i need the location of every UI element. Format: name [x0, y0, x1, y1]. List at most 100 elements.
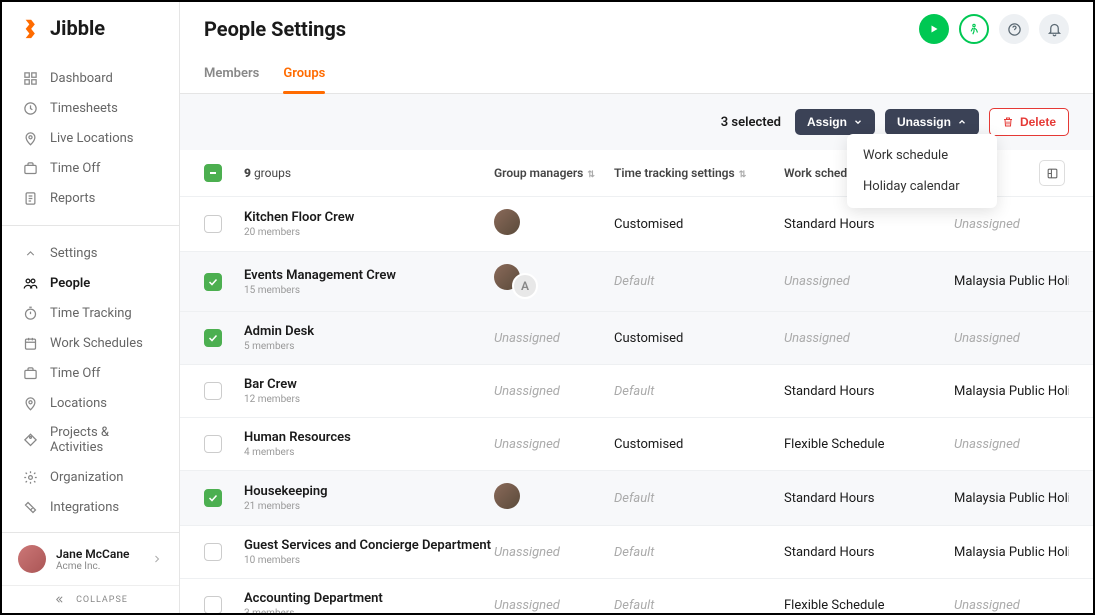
gear-icon [22, 469, 38, 485]
user-action-button[interactable] [959, 14, 989, 44]
manager-avatar[interactable] [494, 209, 520, 235]
tab-members[interactable]: Members [204, 56, 259, 93]
sidebar-item-live-locations[interactable]: Live Locations [2, 123, 179, 153]
schedule-cell: Flexible Schedule [784, 598, 954, 613]
notifications-button[interactable] [1039, 14, 1069, 44]
help-button[interactable] [999, 14, 1029, 44]
chevron-down-icon [853, 117, 863, 127]
sidebar-item-reports[interactable]: Reports [2, 183, 179, 213]
assign-button[interactable]: Assign [795, 109, 875, 135]
managers-cell [494, 483, 614, 513]
delete-button[interactable]: Delete [989, 108, 1069, 136]
sidebar-item-settings-header[interactable]: Settings [2, 238, 179, 268]
row-checkbox[interactable] [204, 435, 222, 453]
brand-name: Jibble [50, 16, 105, 40]
select-all-checkbox[interactable] [204, 164, 222, 182]
column-header-managers[interactable]: Group managers⇅ [494, 166, 614, 180]
user-menu[interactable]: Jane McCane Acme Inc. [2, 533, 179, 585]
table-row[interactable]: Accounting Department3 membersUnassigned… [180, 578, 1093, 613]
table-row[interactable]: Housekeeping21 membersDefaultStandard Ho… [180, 470, 1093, 525]
nav-label: Organization [50, 470, 123, 485]
nav-primary: Dashboard Timesheets Live Locations Time… [2, 55, 179, 221]
sort-icon: ⇅ [739, 170, 747, 180]
unassign-dropdown: Work schedule Holiday calendar [847, 134, 997, 208]
tracking-cell: Default [614, 545, 784, 560]
main-content: People Settings Members Groups [180, 2, 1093, 613]
clipboard-icon [22, 190, 38, 206]
plug-icon [22, 499, 38, 515]
group-member-count: 15 members [244, 285, 494, 296]
sidebar-item-timeoff[interactable]: Time Off [2, 153, 179, 183]
chevron-right-icon [151, 550, 163, 569]
sidebar-item-settings-locations[interactable]: Locations [2, 388, 179, 418]
checkbox-cell [204, 596, 244, 613]
header-actions [919, 14, 1069, 44]
group-name: Housekeeping [244, 484, 494, 499]
unassigned-text: Unassigned [494, 384, 560, 399]
row-checkbox[interactable] [204, 543, 222, 561]
tracking-cell: Default [614, 384, 784, 399]
table-row[interactable]: Bar Crew12 membersUnassignedDefaultStand… [180, 364, 1093, 417]
column-settings-button[interactable] [1039, 160, 1065, 186]
play-button[interactable] [919, 14, 949, 44]
group-name: Kitchen Floor Crew [244, 210, 494, 225]
schedule-cell: Unassigned [784, 274, 954, 289]
row-checkbox[interactable] [204, 215, 222, 233]
column-header-name[interactable]: 9 groups [244, 166, 494, 180]
sidebar-item-projects[interactable]: Projects & Activities [2, 418, 179, 462]
page-title: People Settings [204, 17, 346, 41]
check-icon [207, 276, 219, 288]
tracking-cell: Customised [614, 437, 784, 452]
dropdown-item-holiday-calendar[interactable]: Holiday calendar [847, 171, 997, 202]
table-row[interactable]: Events Management Crew15 membersADefault… [180, 251, 1093, 311]
table-row[interactable]: Human Resources4 membersUnassignedCustom… [180, 417, 1093, 470]
calendar-cell: Malaysia Public Holidays Cal [954, 545, 1069, 560]
sidebar-item-integrations[interactable]: Integrations [2, 492, 179, 522]
group-name-cell: Admin Desk 5 members [244, 324, 494, 352]
sidebar-item-timesheets[interactable]: Timesheets [2, 93, 179, 123]
group-name-cell: Kitchen Floor Crew20 members [244, 210, 494, 238]
group-name: Guest Services and Concierge Department [244, 538, 494, 553]
bell-icon [1047, 22, 1062, 37]
pin-icon [22, 130, 38, 146]
schedule-cell: Standard Hours [784, 217, 954, 232]
dropdown-item-work-schedule[interactable]: Work schedule [847, 140, 997, 171]
unassign-button[interactable]: Unassign [885, 109, 979, 135]
user-org: Acme Inc. [56, 561, 141, 572]
running-icon [967, 22, 981, 36]
collapse-button[interactable]: COLLAPSE [2, 585, 179, 613]
unassigned-text: Unassigned [494, 331, 560, 346]
nav-label: Time Off [50, 161, 100, 176]
row-checkbox[interactable] [204, 329, 222, 347]
manager-avatar-letter[interactable]: A [512, 273, 538, 299]
table-row[interactable]: Admin Desk5 membersUnassignedCustomisedU… [180, 311, 1093, 364]
brand-logo[interactable]: Jibble [2, 2, 179, 55]
sidebar-item-work-schedules[interactable]: Work Schedules [2, 328, 179, 358]
group-name: Admin Desk [244, 324, 494, 339]
clock-icon [22, 100, 38, 116]
table-row[interactable]: Guest Services and Concierge Department 1… [180, 525, 1093, 578]
checkbox-cell [204, 543, 244, 561]
sidebar-item-people[interactable]: People [2, 268, 179, 298]
group-member-count: 5 members [244, 341, 494, 352]
pin-icon [22, 395, 38, 411]
group-member-count: 3 members [244, 608, 494, 613]
sidebar-item-time-tracking[interactable]: Time Tracking [2, 298, 179, 328]
row-checkbox[interactable] [204, 273, 222, 291]
tab-groups[interactable]: Groups [283, 56, 325, 93]
sidebar-item-settings-timeoff[interactable]: Time Off [2, 358, 179, 388]
column-header-tracking[interactable]: Time tracking settings⇅ [614, 166, 784, 180]
managers-cell [494, 209, 614, 239]
row-checkbox[interactable] [204, 596, 222, 613]
managers-cell: Unassigned [494, 437, 614, 452]
row-checkbox[interactable] [204, 382, 222, 400]
sidebar-item-dashboard[interactable]: Dashboard [2, 63, 179, 93]
nav-label: Live Locations [50, 131, 134, 146]
sidebar-item-organization[interactable]: Organization [2, 462, 179, 492]
group-member-count: 10 members [244, 555, 494, 566]
group-member-count: 12 members [244, 394, 494, 405]
row-checkbox[interactable] [204, 489, 222, 507]
manager-avatar[interactable] [494, 483, 520, 509]
group-name: Accounting Department [244, 591, 494, 606]
nav-label: Integrations [50, 500, 119, 515]
